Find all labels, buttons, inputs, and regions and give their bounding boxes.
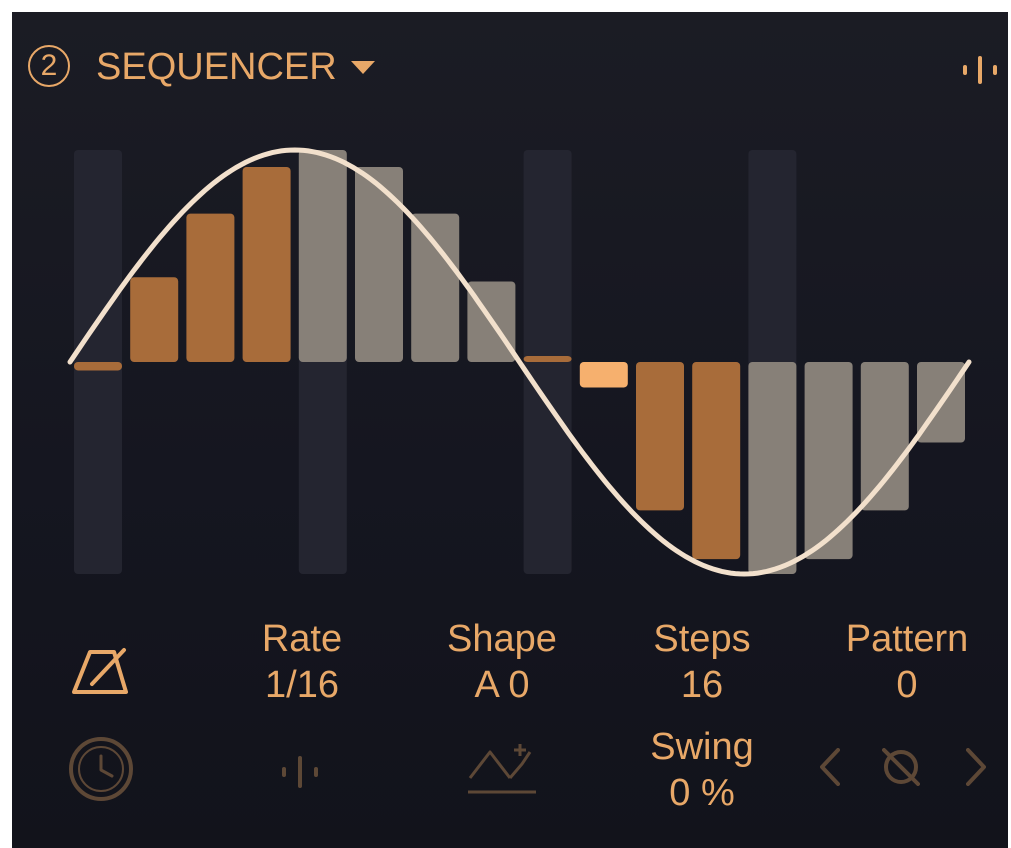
- chevron-left-icon[interactable]: [812, 744, 848, 790]
- clock-icon[interactable]: [66, 734, 136, 804]
- pattern-value: 0: [896, 664, 918, 706]
- swing-param[interactable]: Swing 0 %: [632, 724, 772, 816]
- steps-param[interactable]: Steps 16: [632, 616, 772, 708]
- swing-label: Swing: [650, 726, 754, 768]
- step-bar-6[interactable]: [355, 166, 403, 362]
- step-bar-11[interactable]: [636, 362, 684, 511]
- steps-label: Steps: [653, 618, 751, 660]
- metronome-icon[interactable]: [68, 640, 138, 700]
- step-bar-15[interactable]: [860, 362, 909, 511]
- step-bar-12[interactable]: [692, 362, 741, 560]
- step-bar-10[interactable]: [579, 362, 628, 388]
- pattern-param[interactable]: Pattern 0: [822, 616, 992, 708]
- waveform-icon[interactable]: [278, 750, 322, 794]
- rate-label: Rate: [261, 618, 343, 660]
- step-bar-13[interactable]: [748, 362, 797, 574]
- step-bar-2[interactable]: [130, 277, 179, 362]
- step-bar-1[interactable]: [74, 362, 122, 371]
- rate-param[interactable]: Rate 1/16: [242, 616, 362, 708]
- shape-value: A 0: [474, 664, 530, 706]
- step-bar-14[interactable]: [804, 362, 853, 560]
- shape-add-icon[interactable]: [464, 740, 540, 800]
- chevron-right-icon[interactable]: [958, 744, 994, 790]
- shape-label: Shape: [447, 618, 557, 660]
- step-bar-4[interactable]: [242, 166, 291, 362]
- sequencer-panel: 2 SEQUENCER Rate 1/16 Shape A 0 Steps 16: [12, 12, 1008, 848]
- pattern-label: Pattern: [845, 618, 969, 660]
- rate-value: 1/16: [265, 664, 339, 706]
- swing-value: 0 %: [669, 772, 735, 814]
- shape-param[interactable]: Shape A 0: [432, 616, 572, 708]
- steps-value: 16: [680, 664, 724, 706]
- step-bar-9[interactable]: [523, 356, 572, 362]
- step-bar-3[interactable]: [186, 213, 235, 362]
- no-pattern-icon[interactable]: [878, 744, 924, 790]
- step-sequencer-display[interactable]: [12, 12, 1008, 612]
- step-bar-7[interactable]: [411, 213, 460, 362]
- step-bar-5[interactable]: [298, 150, 347, 362]
